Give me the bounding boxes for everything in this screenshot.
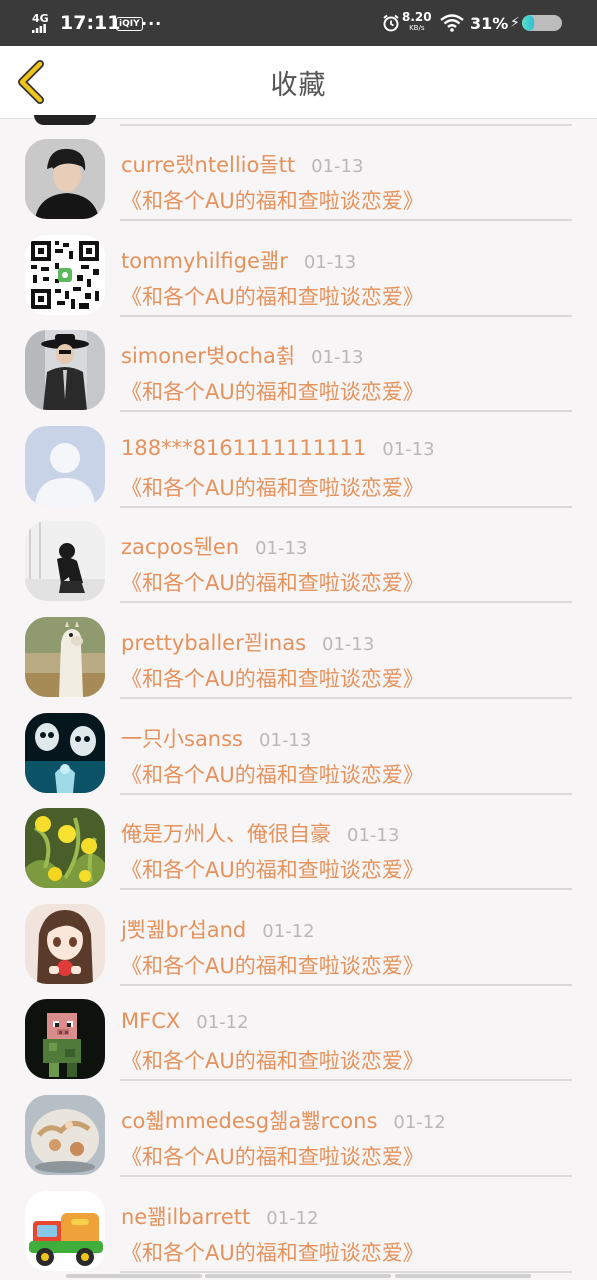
item-title[interactable]: 《和各个AU的福和查啦谈恋爱》: [121, 759, 424, 789]
item-date: 01-13: [322, 634, 375, 655]
list-item[interactable]: co췗mmedesg첾a뾇rcons 01-12 《和各个AU的福和查啦谈恋爱》: [0, 1075, 597, 1177]
list-item[interactable]: simoner볒ocha췱 01-13 《和各个AU的福和查啦谈恋爱》: [0, 310, 597, 413]
item-title[interactable]: 《和各个AU的福和查啦谈恋爱》: [121, 1237, 424, 1267]
user-name[interactable]: zacpos뒌en: [121, 531, 239, 561]
list-item[interactable]: 俺是万州人、俺很自豪 01-13 《和各个AU的福和查啦谈恋爱》: [0, 788, 597, 891]
item-date: 01-13: [382, 438, 435, 460]
hat-man-avatar[interactable]: [25, 330, 105, 411]
item-title[interactable]: 《和各个AU的福和查啦谈恋爱》: [121, 1141, 424, 1171]
item-date: 01-13: [255, 538, 308, 560]
bottom-indicator: [205, 1274, 391, 1278]
list-item[interactable]: 188***8161111111111 01-13 《和各个AU的福和查啦谈恋爱》: [0, 406, 597, 508]
toy-truck-avatar[interactable]: [25, 1190, 105, 1271]
user-name[interactable]: 188***8161111111111: [121, 436, 366, 460]
item-date: 01-12: [262, 920, 315, 942]
item-date: 01-13: [259, 729, 312, 751]
item-date: 01-13: [311, 347, 364, 369]
cake-avatar[interactable]: [25, 1095, 105, 1175]
user-name[interactable]: curre랬ntellio돌tt: [121, 149, 295, 179]
item-title[interactable]: 《和各个AU的福和查啦谈恋爱》: [121, 854, 424, 884]
item-title[interactable]: 《和各个AU的福和查啦谈恋爱》: [121, 376, 424, 406]
item-title[interactable]: 《和各个AU的福和查啦谈恋爱》: [121, 567, 424, 597]
item-meta: tommyhilfige괢r 01-13: [121, 245, 356, 275]
list-item[interactable]: MFCX 01-12 《和各个AU的福和查啦谈恋爱》: [0, 979, 597, 1082]
network-speed: 8.20 KB/s: [402, 0, 432, 46]
speed-unit: KB/s: [409, 24, 425, 32]
back-button[interactable]: [14, 60, 50, 104]
list-item[interactable]: j뾧궲br섭and 01-12 《和各个AU的福和查啦谈恋爱》: [0, 884, 597, 986]
item-title[interactable]: 《和各个AU的福和查啦谈恋爱》: [121, 281, 424, 311]
user-name[interactable]: co췗mmedesg첾a뾇rcons: [121, 1105, 377, 1135]
page-title: 收藏: [270, 69, 327, 101]
more-notifications-icon: ···: [141, 13, 163, 33]
list-item[interactable]: prettyballer꾇inas 01-13 《和各个AU的福和查啦谈恋爱》: [0, 597, 597, 699]
status-bar: 4G 17:11 iQIY ··· 8.20 KB/s 31% ⚡: [0, 0, 597, 46]
item-date: 01-12: [196, 1012, 249, 1034]
item-meta: co췗mmedesg첾a뾇rcons 01-12: [121, 1105, 446, 1135]
sitting-figure-avatar[interactable]: [25, 521, 105, 602]
alpaca-avatar[interactable]: [25, 617, 105, 697]
bottom-indicator: [395, 1274, 531, 1278]
list-item[interactable]: 一只小sanss 01-13 《和各个AU的福和查啦谈恋爱》: [0, 693, 597, 795]
signal-icon: 4G: [32, 0, 49, 46]
list-item[interactable]: tommyhilfige괢r 01-13 《和各个AU的福和查啦谈恋爱》: [0, 215, 597, 317]
item-title[interactable]: 《和各个AU的福和查啦谈恋爱》: [121, 185, 424, 215]
user-name[interactable]: 俺是万州人、俺很自豪: [121, 818, 331, 848]
list-item[interactable]: ne꽮ilbarrett 01-12 《和各个AU的福和查啦谈恋爱》: [0, 1171, 597, 1273]
divider: [120, 1270, 572, 1273]
item-meta: curre랬ntellio돌tt 01-13: [121, 149, 363, 179]
app-notification-icon: iQIY: [116, 17, 143, 31]
qr-code-avatar[interactable]: [25, 234, 105, 315]
item-title[interactable]: 《和各个AU的福和查啦谈恋爱》: [121, 472, 424, 502]
wifi-icon: [440, 0, 464, 46]
item-date: 01-13: [303, 251, 357, 273]
item-meta: j뾧궲br섭and 01-12: [121, 914, 315, 944]
item-title[interactable]: 《和各个AU的福和查啦谈恋爱》: [121, 950, 424, 980]
item-date: 01-12: [393, 1112, 446, 1133]
man-portrait-avatar[interactable]: [25, 139, 105, 219]
item-meta: 一只小sanss 01-13: [121, 723, 311, 753]
chevron-left-icon: [18, 60, 44, 104]
user-name[interactable]: prettyballer꾇inas: [121, 627, 306, 657]
battery-icon: [522, 15, 562, 31]
item-meta: zacpos뒌en 01-13: [121, 531, 307, 561]
item-meta: simoner볒ocha췱 01-13: [121, 340, 363, 370]
minecraft-pig-avatar[interactable]: [25, 999, 105, 1080]
user-name[interactable]: j뾧궲br섭and: [121, 914, 246, 944]
item-meta: ne꽮ilbarrett 01-12: [121, 1201, 319, 1231]
network-type: 4G: [32, 11, 49, 25]
list-item[interactable]: zacpos뒌en 01-13 《和各个AU的福和查啦谈恋爱》: [0, 501, 597, 604]
user-name[interactable]: tommyhilfige괢r: [121, 245, 288, 275]
charging-icon: ⚡: [510, 15, 520, 31]
speed-value: 8.20: [402, 10, 432, 24]
item-date: 01-13: [347, 825, 400, 847]
user-name[interactable]: simoner볒ocha췱: [121, 340, 295, 370]
item-meta: 188***8161111111111 01-13: [121, 436, 435, 466]
battery-percent: 31%: [470, 13, 509, 33]
item-title[interactable]: 《和各个AU的福和查啦谈恋爱》: [121, 663, 424, 693]
bottom-indicator: [66, 1274, 202, 1278]
alarm-icon: [382, 0, 400, 46]
item-date: 01-13: [311, 156, 364, 177]
list-item[interactable]: curre랬ntellio돌tt 01-13 《和各个AU的福和查啦谈恋爱》: [0, 119, 597, 221]
dandelion-avatar[interactable]: [25, 808, 105, 889]
anime-girl-avatar[interactable]: [25, 903, 105, 984]
header: 收藏: [0, 46, 597, 119]
item-meta: prettyballer꾇inas 01-13: [121, 627, 374, 657]
item-meta: 俺是万州人、俺很自豪 01-13: [121, 818, 399, 848]
battery-fill: [522, 15, 535, 31]
item-date: 01-12: [266, 1207, 319, 1229]
user-name[interactable]: ne꽮ilbarrett: [121, 1201, 250, 1231]
item-title[interactable]: 《和各个AU的福和查啦谈恋爱》: [121, 1045, 424, 1075]
user-name[interactable]: 一只小sanss: [121, 723, 243, 753]
item-meta: MFCX 01-12: [121, 1009, 249, 1039]
status-time: 17:11: [60, 12, 121, 34]
user-name[interactable]: MFCX: [121, 1009, 180, 1033]
default-user-avatar[interactable]: [25, 425, 105, 506]
skeleton-art-avatar[interactable]: [25, 712, 105, 793]
